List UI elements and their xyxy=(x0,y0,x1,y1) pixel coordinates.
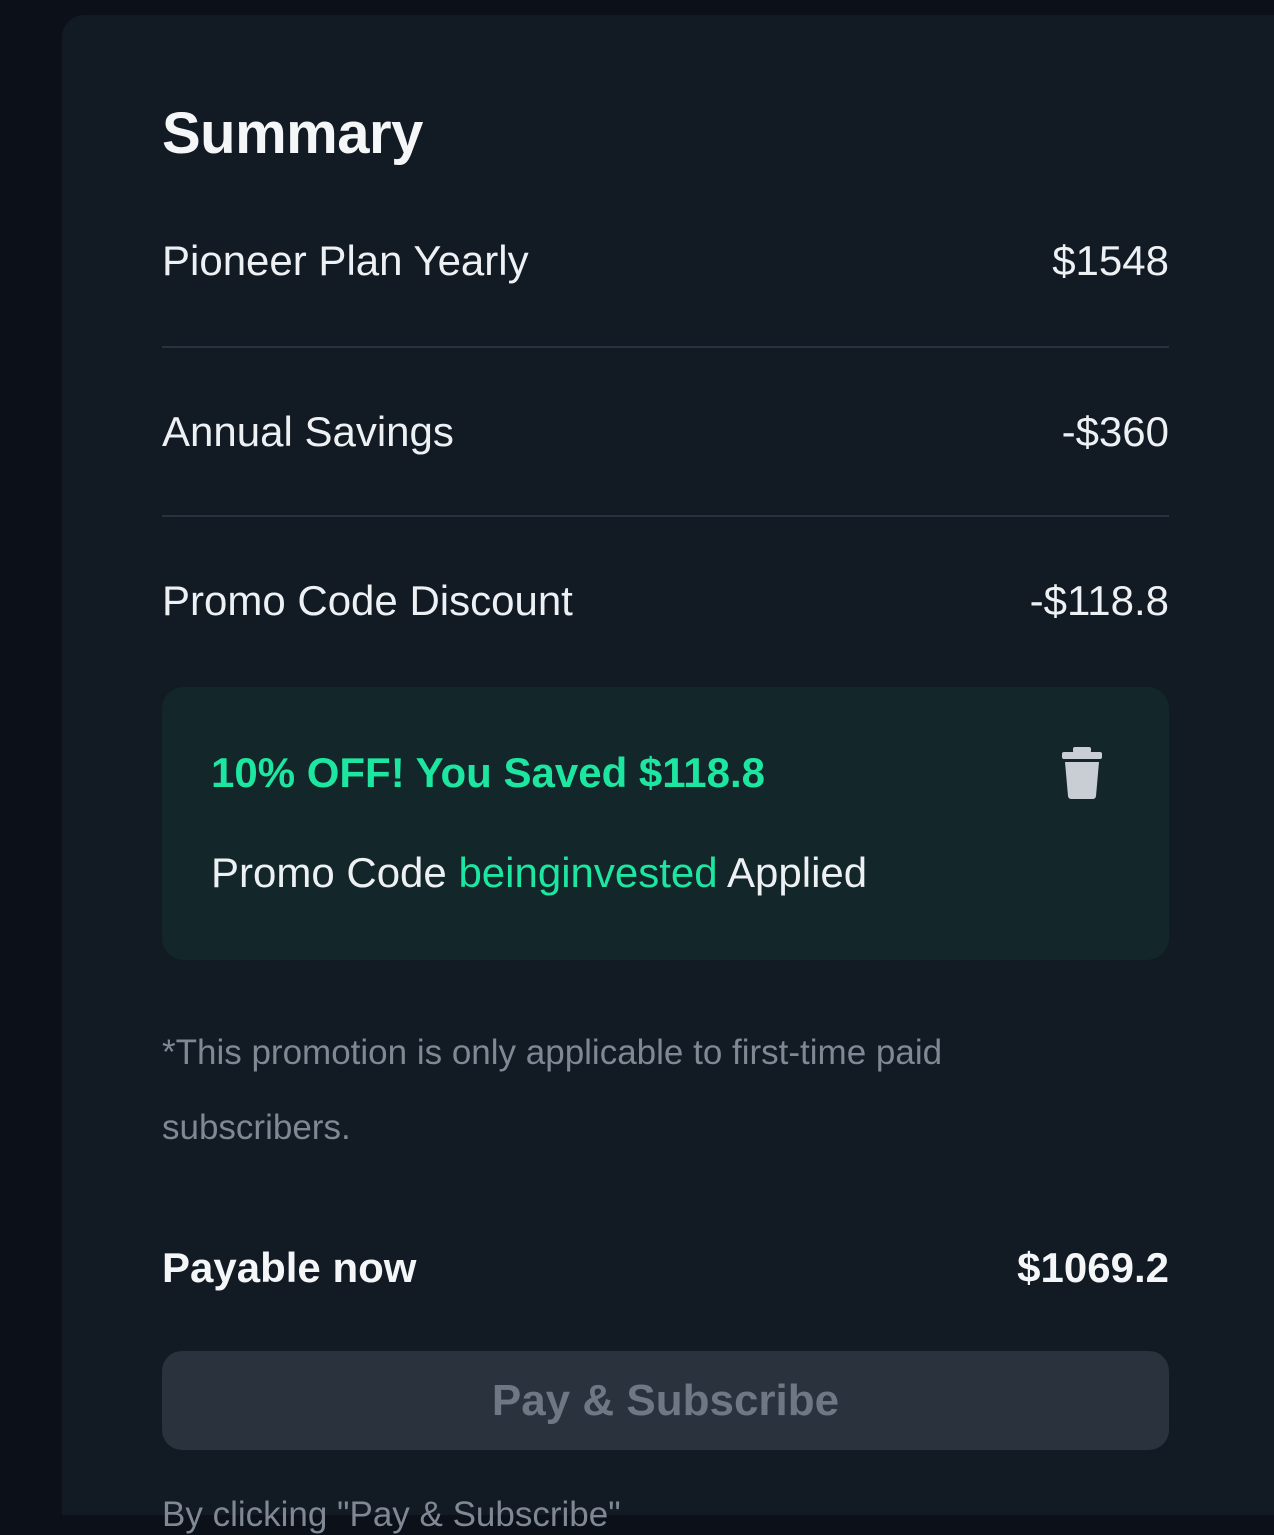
terms-text: By clicking "Pay & Subscribe" xyxy=(162,1495,621,1534)
payable-now-amount: $1069.2 xyxy=(1017,1244,1169,1291)
promo-applied-suffix: Applied xyxy=(717,849,868,896)
trash-icon[interactable] xyxy=(1060,747,1104,799)
line-item-amount: -$118.8 xyxy=(1029,577,1169,624)
line-item-plan: Pioneer Plan Yearly $1548 xyxy=(162,233,1169,289)
line-item-promo-discount: Promo Code Discount -$118.8 xyxy=(162,573,1169,629)
promo-code-value: beinginvested xyxy=(458,849,718,896)
promo-savings-headline: 10% OFF! You Saved $118.8 xyxy=(211,749,766,796)
promo-applied-prefix: Promo Code xyxy=(211,849,459,896)
promo-applied-text: Promo Code beinginvested Applied xyxy=(211,845,867,901)
promotion-note: *This promotion is only applicable to fi… xyxy=(162,1033,943,1147)
divider xyxy=(162,515,1169,517)
line-item-amount: $1548 xyxy=(1052,237,1169,284)
line-item-label: Promo Code Discount xyxy=(162,577,573,624)
summary-title: Summary xyxy=(162,101,423,166)
divider xyxy=(162,346,1169,348)
payable-now-label: Payable now xyxy=(162,1244,417,1291)
line-item-annual-savings: Annual Savings -$360 xyxy=(162,404,1169,460)
summary-panel: Summary Pioneer Plan Yearly $1548 Annual… xyxy=(62,15,1274,1534)
line-item-amount: -$360 xyxy=(1061,408,1169,455)
pay-subscribe-button[interactable]: Pay & Subscribe xyxy=(162,1351,1169,1450)
line-item-label: Annual Savings xyxy=(162,408,454,455)
payable-now-row: Payable now $1069.2 xyxy=(162,1240,1169,1296)
promo-applied-box: 10% OFF! You Saved $118.8 Promo Code bei… xyxy=(162,687,1169,960)
line-item-label: Pioneer Plan Yearly xyxy=(162,237,529,284)
